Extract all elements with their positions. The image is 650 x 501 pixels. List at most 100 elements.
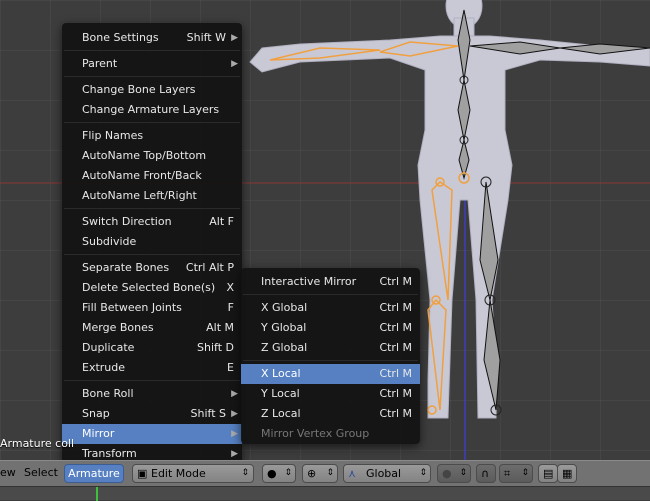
mirror-submenu-item[interactable]: Z Local Ctrl M [241, 404, 420, 424]
mirror-submenu-item[interactable]: Interactive Mirror Ctrl M [241, 272, 420, 292]
pivot-selector[interactable]: ⊕ ⇕ [302, 464, 338, 483]
render-animation-button[interactable]: ▦ [557, 464, 577, 483]
context-menu-item-shortcut: Shift W [186, 31, 226, 44]
mirror-submenu-item-label: Y Local [261, 387, 300, 400]
mirror-submenu-item-shortcut: Ctrl M [379, 275, 412, 288]
context-menu-item-shortcut: Alt F [209, 215, 234, 228]
armature-menu[interactable]: Armature [64, 464, 124, 483]
context-menu-item[interactable]: Parent ▶ [62, 54, 242, 74]
mirror-submenu-item-shortcut: Ctrl M [379, 341, 412, 354]
context-menu-item[interactable]: Snap Shift S ▶ [62, 404, 242, 424]
updown-icon: ⇕ [284, 468, 292, 478]
submenu-arrow-icon: ▶ [231, 59, 238, 69]
armature-context-menu: Bone Settings Shift W ▶ Parent ▶ Change Bone … [62, 23, 242, 465]
mirror-submenu-item[interactable]: X Local Ctrl M [241, 364, 420, 384]
context-menu-item-shortcut: Shift S [190, 407, 226, 420]
context-menu-item-label: Mirror [82, 427, 115, 440]
submenu-arrow-icon: ▶ [231, 33, 238, 43]
context-menu-item[interactable]: Merge Bones Alt M [62, 318, 242, 338]
mode-cube-icon: ▣ [137, 467, 148, 480]
manipulator-icon: ⋏ [348, 467, 357, 480]
context-menu-item[interactable]: Flip Names [62, 126, 242, 146]
mirror-submenu-item-label: X Local [261, 367, 301, 380]
context-menu-item[interactable]: Fill Between Joints F [62, 298, 242, 318]
context-menu-item[interactable]: AutoName Front/Back [62, 166, 242, 186]
submenu-arrow-icon: ▶ [231, 409, 238, 419]
viewport-header: ew Select Armature ▣ Edit Mode ⇕ ● ⇕ ⊕ ⇕… [0, 460, 650, 486]
context-menu-item-label: Switch Direction [82, 215, 172, 228]
menu-separator [64, 50, 240, 51]
pivot-icon: ⊕ [307, 467, 317, 480]
context-menu-item[interactable]: Duplicate Shift D [62, 338, 242, 358]
mode-label: Edit Mode [151, 467, 206, 480]
context-menu-item[interactable]: Change Armature Layers [62, 100, 242, 120]
updown-icon: ⇕ [419, 468, 427, 478]
context-menu-item[interactable]: Switch Direction Alt F [62, 212, 242, 232]
context-menu-item[interactable]: Separate Bones Ctrl Alt P [62, 258, 242, 278]
updown-icon: ⇕ [459, 468, 467, 478]
mirror-submenu-item[interactable]: Y Global Ctrl M [241, 318, 420, 338]
context-menu-item[interactable]: Bone Settings Shift W ▶ [62, 28, 242, 48]
mirror-submenu-item-shortcut: Ctrl M [379, 407, 412, 420]
proportional-editing-selector[interactable]: ● ⇕ [437, 464, 471, 483]
context-menu-item[interactable]: Mirror ▶ [62, 424, 242, 444]
orientation-selector[interactable]: ⋏ Global ⇕ [343, 464, 431, 483]
shading-sphere-icon: ● [267, 467, 277, 480]
context-menu-item[interactable]: AutoName Top/Bottom [62, 146, 242, 166]
mirror-submenu-item-label: Y Global [261, 321, 307, 334]
submenu-arrow-icon: ▶ [231, 389, 238, 399]
snap-element-selector[interactable]: ⌗ ⇕ [499, 464, 533, 483]
mirror-submenu-item: Mirror Vertex Group [241, 424, 420, 444]
snap-toggle[interactable]: ∩ [476, 464, 496, 483]
clapper-icon: ▦ [562, 467, 573, 480]
context-menu-item-label: Bone Settings [82, 31, 159, 44]
viewport-shading-selector[interactable]: ● ⇕ [262, 464, 296, 483]
menu-separator [64, 122, 240, 123]
context-menu-item[interactable]: Change Bone Layers [62, 80, 242, 100]
context-menu-item-label: Flip Names [82, 129, 144, 142]
mirror-submenu-item-label: Z Global [261, 341, 308, 354]
mirror-submenu-item-label: Z Local [261, 407, 301, 420]
context-menu-item-shortcut: E [227, 361, 234, 374]
current-frame-marker [96, 487, 98, 501]
status-message: Armature coll [0, 437, 75, 450]
context-menu-item-shortcut: Shift D [197, 341, 234, 354]
context-menu-item[interactable]: Bone Roll ▶ [62, 384, 242, 404]
context-menu-item-label: Duplicate [82, 341, 135, 354]
updown-icon: ⇕ [521, 468, 529, 478]
context-menu-item[interactable]: Subdivide [62, 232, 242, 252]
context-menu-item-label: Merge Bones [82, 321, 154, 334]
mirror-submenu-item-shortcut: Ctrl M [379, 301, 412, 314]
updown-icon: ⇕ [326, 468, 334, 478]
context-menu-item-shortcut: Ctrl Alt P [185, 261, 234, 274]
mirror-submenu-item-shortcut: Ctrl M [379, 367, 412, 380]
context-menu-item-label: Bone Roll [82, 387, 134, 400]
view-menu[interactable]: ew [0, 466, 16, 479]
mirror-submenu-item-shortcut: Ctrl M [379, 321, 412, 334]
context-menu-item[interactable]: Delete Selected Bone(s) X [62, 278, 242, 298]
context-menu-item-label: Parent [82, 57, 118, 70]
context-menu-item-label: Delete Selected Bone(s) [82, 281, 216, 294]
mirror-submenu-item[interactable]: Z Global Ctrl M [241, 338, 420, 358]
context-menu-item[interactable]: AutoName Left/Right [62, 186, 242, 206]
mirror-submenu-item-label: Interactive Mirror [261, 275, 357, 288]
context-menu-item-label: Extrude [82, 361, 126, 374]
mirror-submenu-item-shortcut: Ctrl M [379, 387, 412, 400]
mirror-submenu-item-label: Mirror Vertex Group [261, 427, 370, 440]
menu-separator [243, 294, 418, 295]
context-menu-item-label: Change Armature Layers [82, 103, 220, 116]
context-menu-item[interactable]: Extrude E [62, 358, 242, 378]
context-menu-item-label: Change Bone Layers [82, 83, 196, 96]
armature-menu-label: Armature [68, 467, 120, 480]
mode-selector[interactable]: ▣ Edit Mode ⇕ [132, 464, 254, 483]
mirror-submenu-item[interactable]: Y Local Ctrl M [241, 384, 420, 404]
mirror-submenu-item[interactable]: X Global Ctrl M [241, 298, 420, 318]
context-menu-item-shortcut: F [227, 301, 234, 314]
render-button[interactable]: ▤ [538, 464, 558, 483]
timeline-strip[interactable] [0, 486, 650, 501]
context-menu-item-label: Subdivide [82, 235, 137, 248]
context-menu-item-label: Fill Between Joints [82, 301, 182, 314]
select-menu[interactable]: Select [24, 466, 58, 479]
context-menu-item-label: AutoName Top/Bottom [82, 149, 207, 162]
snap-icon: ⌗ [504, 467, 511, 480]
